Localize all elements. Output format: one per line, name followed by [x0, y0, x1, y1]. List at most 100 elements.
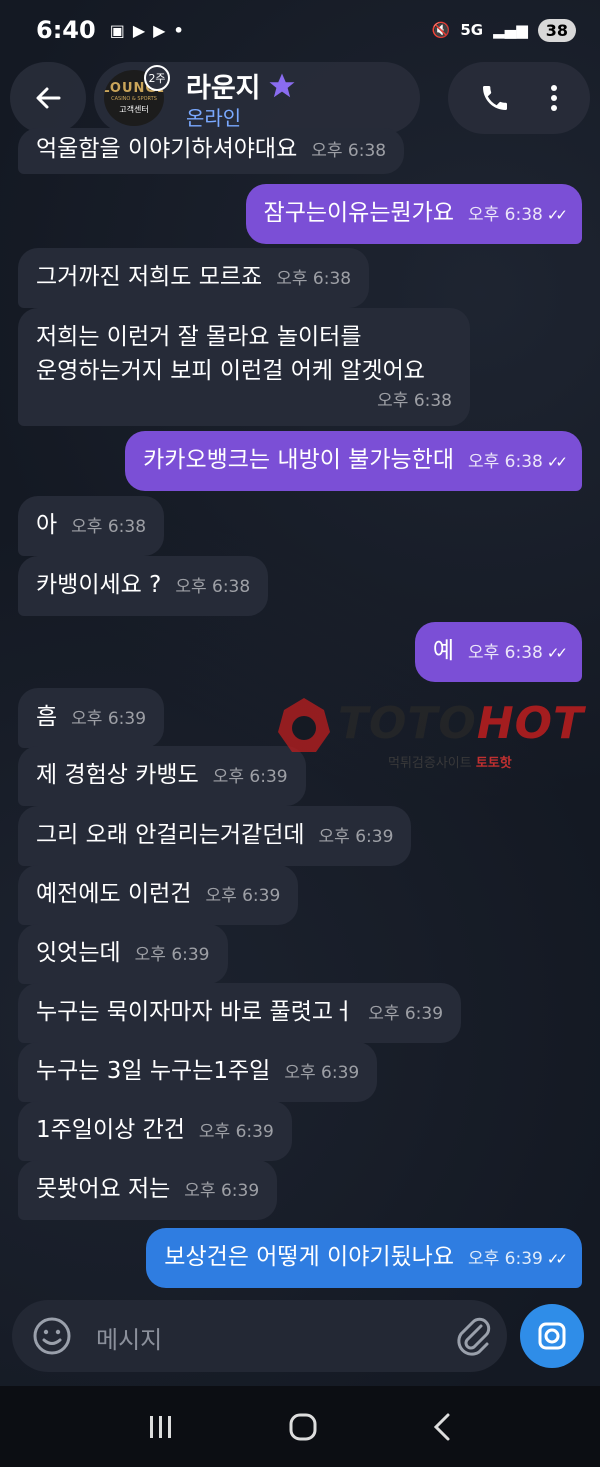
- message-time: 오후 6:38: [276, 269, 352, 289]
- message-time: 오후 6:39: [184, 1181, 260, 1201]
- watermark-brand-b: HOT: [476, 698, 585, 749]
- mute-icon: 🔇: [431, 21, 451, 39]
- chat-status: 온라인: [186, 106, 242, 130]
- message-text: 1주일이상 간건: [36, 1117, 185, 1143]
- dot-icon: •: [173, 20, 184, 40]
- message-time: 오후 6:39: [468, 1249, 543, 1269]
- message-bubble[interactable]: 그거까진 저희도 모르죠 오후 6:38: [18, 248, 370, 308]
- story-badge: 2주: [144, 65, 170, 91]
- message-bubble[interactable]: 잠구는이유는뭔가요 오후 6:38 ✓✓: [245, 184, 582, 244]
- message-text: 누구는 묵이자마자 바로 풀렷고ㅓ: [36, 999, 355, 1025]
- message-text: 보상건은 어떻게 이야기됬나요: [164, 1244, 454, 1270]
- avatar-label: 고객센터: [119, 105, 149, 114]
- message-time: 오후 6:38: [71, 517, 147, 537]
- message-text-line: 운영하는거지 보피 이런걸 어케 알겟어요: [36, 358, 425, 384]
- message-time: 오후 6:39: [198, 1122, 274, 1142]
- header-actions: [448, 62, 590, 134]
- avatar-logo-sub: CASINO & SPORTS: [111, 96, 157, 102]
- message-time: 오후 6:39: [368, 1004, 444, 1024]
- star-icon: [269, 73, 295, 97]
- message-text: 잇엇는데: [36, 940, 121, 966]
- message-bubble[interactable]: 예전에도 이런건 오후 6:39: [18, 865, 299, 925]
- network-label: 5G: [460, 21, 484, 39]
- read-check-icon: ✓✓: [546, 453, 568, 471]
- message-bubble[interactable]: 1주일이상 간건 오후 6:39: [18, 1101, 292, 1161]
- message-time: 오후 6:38: [377, 391, 452, 411]
- chat-name: 라운지: [186, 66, 297, 105]
- message-bubble[interactable]: 카뱅이세요 ? 오후 6:38: [18, 556, 269, 616]
- message-bubble[interactable]: 잇엇는데 오후 6:39: [18, 924, 228, 984]
- message-text: 흠: [36, 704, 58, 730]
- message-text: 카카오뱅크는 내방이 불가능한대: [143, 447, 454, 473]
- message-bubble[interactable]: 못봣어요 저는 오후 6:39: [18, 1160, 278, 1220]
- message-time: 오후 6:38: [175, 577, 251, 597]
- chat-title-area[interactable]: LOUNGE CASINO & SPORTS 고객센터 2주 라운지 온라인: [94, 62, 420, 134]
- message-composer: 메시지: [12, 1300, 507, 1372]
- sim-icon: ▣: [109, 20, 125, 40]
- status-time: 6:40: [36, 16, 96, 44]
- message-time: 오후 6:38: [468, 452, 543, 472]
- message-text: 못봣어요 저는: [36, 1176, 171, 1202]
- watermark-sub-a: 먹튀검증사이트: [388, 756, 476, 771]
- message-time: 오후 6:39: [284, 1063, 360, 1083]
- message-time: 오후 6:39: [71, 709, 147, 729]
- arrow-left-icon: [36, 87, 61, 109]
- message-text: 예: [432, 638, 454, 664]
- message-bubble[interactable]: 그리 오래 안걸리는거같던데 오후 6:39: [18, 806, 412, 866]
- chat-header: LOUNGE CASINO & SPORTS 고객센터 2주 라운지 온라인: [10, 62, 590, 134]
- more-vertical-icon[interactable]: [549, 83, 559, 113]
- attach-icon[interactable]: [453, 1314, 493, 1358]
- status-bar: 6:40 ▣ ▶ ▶ • 🔇 5G ▂▄▆ 38: [0, 0, 600, 60]
- message-bubble[interactable]: 예 오후 6:38 ✓✓: [414, 622, 582, 682]
- chat-name-text: 라운지: [186, 73, 261, 104]
- back-nav-icon[interactable]: [430, 1411, 454, 1443]
- message-text: 그리 오래 안걸리는거같던데: [36, 822, 305, 848]
- system-icons: 🔇 5G ▂▄▆ 38: [431, 18, 576, 42]
- message-time: 오후 6:38: [311, 141, 387, 161]
- message-text: 예전에도 이런건: [36, 881, 192, 907]
- youtube-icon-2: ▶: [153, 20, 166, 40]
- youtube-icon: ▶: [132, 20, 146, 40]
- message-text-line: 저희는 이런거 잘 몰라요 놀이터를: [36, 324, 362, 350]
- message-text: 누구는 3일 누구는1주일: [36, 1058, 271, 1084]
- message-bubble[interactable]: 누구는 묵이자마자 바로 풀렷고ㅓ 오후 6:39: [18, 983, 462, 1043]
- message-bubble[interactable]: 억울함을 이야기하셔야대요 오후 6:38: [18, 128, 405, 174]
- message-bubble[interactable]: 제 경험상 카뱅도 오후 6:39: [18, 746, 306, 806]
- message-time: 오후 6:39: [205, 886, 281, 906]
- message-text: 잠구는이유는뭔가요: [263, 200, 454, 226]
- watermark-sub-b: 토토핫: [475, 756, 512, 771]
- phone-icon[interactable]: [479, 82, 511, 114]
- battery-indicator: 38: [537, 18, 576, 42]
- message-bubble[interactable]: 흠 오후 6:39: [18, 688, 165, 748]
- watermark-brand: TOTOHOT: [338, 698, 584, 749]
- home-icon[interactable]: [287, 1411, 319, 1443]
- message-input[interactable]: 메시지: [96, 1320, 162, 1355]
- watermark-logo-icon: [278, 698, 330, 752]
- watermark: TOTOHOT 먹튀검증사이트 토토핫: [272, 690, 592, 780]
- watermark-brand-a: TOTO: [338, 698, 477, 749]
- message-bubble[interactable]: 아 오후 6:38: [18, 496, 165, 556]
- signal-icon: ▂▄▆: [493, 21, 528, 39]
- message-bubble[interactable]: 저희는 이런거 잘 몰라요 놀이터를 운영하는거지 보피 이런걸 어케 알겟어요…: [18, 308, 470, 426]
- watermark-subtitle: 먹튀검증사이트 토토핫: [388, 752, 512, 771]
- message-time: 오후 6:39: [134, 945, 210, 965]
- read-check-icon: ✓✓: [546, 1250, 568, 1268]
- message-text: 아: [36, 512, 58, 538]
- notification-icons: ▣ ▶ ▶ •: [110, 21, 184, 40]
- camera-button[interactable]: [520, 1304, 584, 1368]
- message-text: 억울함을 이야기하셔야대요: [36, 136, 298, 162]
- message-time: 오후 6:38: [468, 643, 543, 663]
- message-text: 그거까진 저희도 모르죠: [36, 264, 263, 290]
- message-bubble[interactable]: 누구는 3일 누구는1주일 오후 6:39: [18, 1042, 378, 1102]
- read-check-icon: ✓✓: [546, 206, 568, 224]
- message-time: 오후 6:38: [468, 205, 543, 225]
- message-text: 카뱅이세요 ?: [36, 572, 162, 598]
- message-bubble[interactable]: 카카오뱅크는 내방이 불가능한대 오후 6:38 ✓✓: [125, 431, 582, 491]
- message-time: 오후 6:39: [318, 827, 394, 847]
- emoji-icon[interactable]: [32, 1316, 72, 1356]
- recent-apps-icon[interactable]: [146, 1412, 176, 1442]
- camera-icon: [538, 1322, 566, 1350]
- message-bubble[interactable]: 보상건은 어떻게 이야기됬나요 오후 6:39 ✓✓: [146, 1228, 582, 1288]
- read-check-icon: ✓✓: [546, 644, 568, 662]
- back-button[interactable]: [10, 62, 86, 134]
